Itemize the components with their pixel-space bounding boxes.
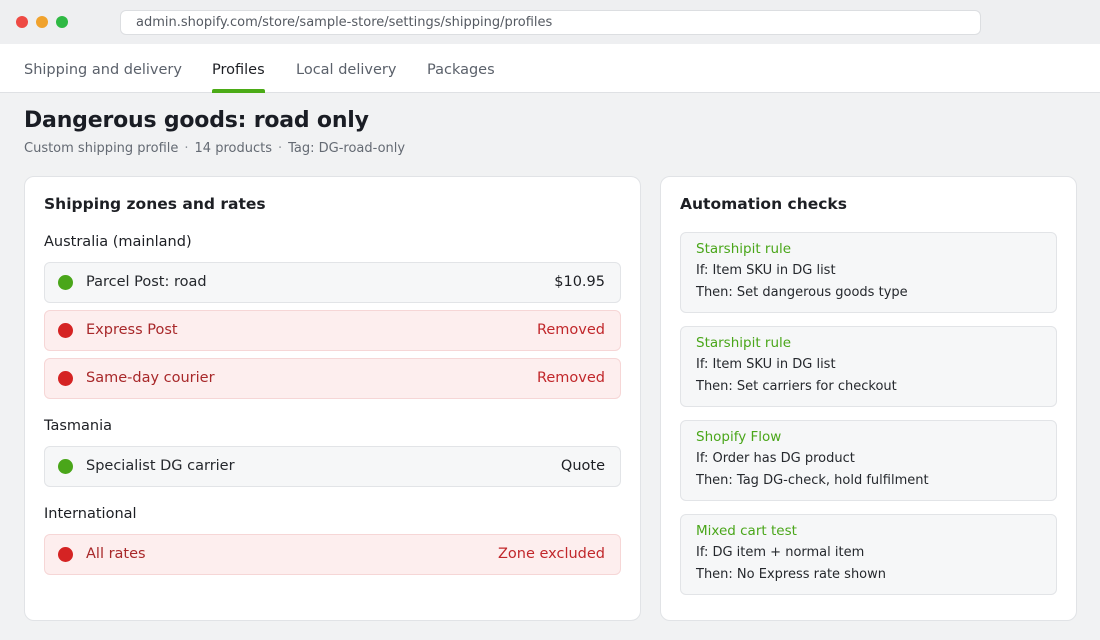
tab-packages[interactable]: Packages <box>427 44 495 92</box>
active-status-icon <box>58 459 73 474</box>
tab-profiles[interactable]: Profiles <box>212 44 265 93</box>
tab-shipping-and-delivery[interactable]: Shipping and delivery <box>24 44 182 92</box>
check-condition: If: DG item + normal item <box>696 545 865 560</box>
meta-separator: · <box>184 141 189 156</box>
rate-status: Zone excluded <box>497 546 605 562</box>
check-source: Starshipit rule <box>696 335 792 351</box>
rate-name: Same-day courier <box>86 370 215 386</box>
check-source: Starshipit rule <box>696 241 792 257</box>
rate-status: Removed <box>536 370 605 386</box>
shipping-zones-card: Shipping zones and rates Australia (main… <box>24 176 641 621</box>
check-source: Shopify Flow <box>696 429 782 445</box>
check-action: Then: Set dangerous goods type <box>696 285 908 300</box>
profile-meta: Custom shipping profile · 14 products · Tag:… <box>24 141 405 156</box>
zone-name: International <box>44 506 137 522</box>
rate-name: All rates <box>86 546 146 562</box>
automation-check[interactable]: Starshipit rule If: Item SKU in DG list … <box>680 232 1057 313</box>
check-condition: If: Item SKU in DG list <box>696 357 836 372</box>
zone-name: Tasmania <box>44 418 113 434</box>
automation-check[interactable]: Mixed cart test If: DG item + normal ite… <box>680 514 1057 595</box>
window-close-button[interactable] <box>16 16 28 28</box>
address-bar[interactable]: admin.shopify.com/store/sample-store/set… <box>120 10 981 35</box>
profile-tag: Tag: DG-road-only <box>288 141 406 156</box>
tab-local-delivery[interactable]: Local delivery <box>296 44 396 92</box>
automation-card-title: Automation checks <box>680 195 847 213</box>
rate-name: Parcel Post: road <box>86 274 207 290</box>
rate-name: Specialist DG carrier <box>86 458 235 474</box>
removed-status-icon <box>58 323 73 338</box>
check-action: Then: Tag DG-check, hold fulfilment <box>696 473 929 488</box>
rate-row[interactable]: All rates Zone excluded <box>44 534 621 575</box>
active-status-icon <box>58 275 73 290</box>
automation-checks-card: Automation checks Starshipit rule If: It… <box>660 176 1077 621</box>
zone-name: Australia (mainland) <box>44 234 192 250</box>
zones-card-title: Shipping zones and rates <box>44 195 266 213</box>
rate-row[interactable]: Express Post Removed <box>44 310 621 351</box>
check-condition: If: Item SKU in DG list <box>696 263 836 278</box>
window-maximize-button[interactable] <box>56 16 68 28</box>
automation-check[interactable]: Starshipit rule If: Item SKU in DG list … <box>680 326 1057 407</box>
settings-tabs: Shipping and delivery Profiles Local del… <box>0 44 1100 93</box>
meta-separator: · <box>277 141 283 156</box>
check-action: Then: Set carriers for checkout <box>696 379 897 394</box>
browser-chrome: admin.shopify.com/store/sample-store/set… <box>0 0 1100 44</box>
product-count: 14 products <box>194 141 272 156</box>
rate-row[interactable]: Specialist DG carrier Quote <box>44 446 621 487</box>
window-minimize-button[interactable] <box>36 16 48 28</box>
rate-price: $10.95 <box>554 274 605 290</box>
rate-status: Removed <box>536 322 605 338</box>
removed-status-icon <box>58 371 73 386</box>
page-title: Dangerous goods: road only <box>24 108 369 133</box>
rate-row[interactable]: Parcel Post: road $10.95 <box>44 262 621 303</box>
automation-check[interactable]: Shopify Flow If: Order has DG product Th… <box>680 420 1057 501</box>
rate-row[interactable]: Same-day courier Removed <box>44 358 621 399</box>
rate-price: Quote <box>560 458 605 474</box>
rate-name: Express Post <box>86 322 178 338</box>
removed-status-icon <box>58 547 73 562</box>
check-condition: If: Order has DG product <box>696 451 855 466</box>
profile-type: Custom shipping profile <box>24 141 179 156</box>
check-action: Then: No Express rate shown <box>696 567 887 582</box>
check-source: Mixed cart test <box>696 523 797 539</box>
